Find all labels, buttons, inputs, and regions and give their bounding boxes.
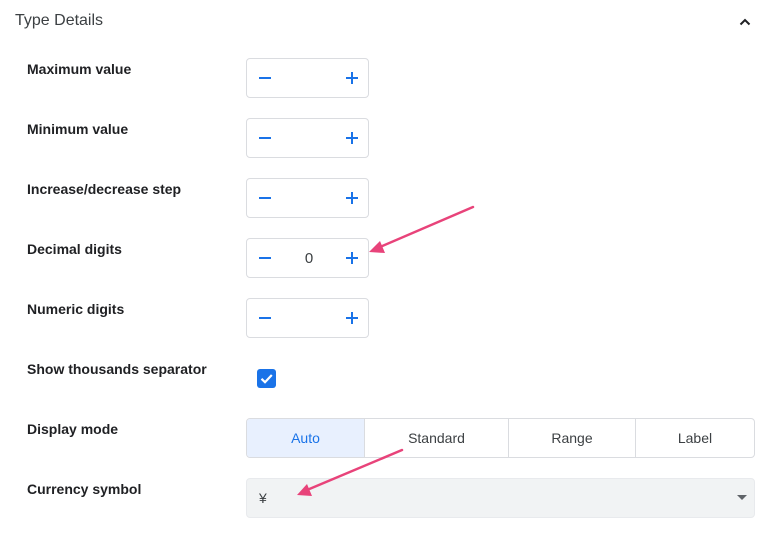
minimum-value-stepper[interactable] bbox=[246, 118, 369, 158]
minus-icon[interactable] bbox=[255, 128, 275, 148]
minus-icon[interactable] bbox=[255, 188, 275, 208]
numeric-digits-stepper[interactable] bbox=[246, 298, 369, 338]
numeric-digits-label: Numeric digits bbox=[27, 301, 125, 317]
type-details-panel: Type Details Maximum value Minimum value… bbox=[0, 0, 765, 533]
minus-icon[interactable] bbox=[255, 308, 275, 328]
minus-icon[interactable] bbox=[255, 68, 275, 88]
display-mode-option-standard[interactable]: Standard bbox=[364, 419, 508, 457]
step-stepper[interactable] bbox=[246, 178, 369, 218]
section-header[interactable]: Type Details bbox=[0, 0, 765, 44]
thousands-separator-checkbox[interactable] bbox=[257, 369, 276, 388]
dropdown-arrow-icon bbox=[737, 495, 747, 500]
thousands-separator-label: Show thousands separator bbox=[27, 361, 207, 377]
arrow-icon bbox=[369, 205, 475, 253]
display-mode-option-range[interactable]: Range bbox=[508, 419, 635, 457]
display-mode-option-label[interactable]: Label bbox=[635, 419, 754, 457]
decimal-digits-label: Decimal digits bbox=[27, 241, 122, 257]
section-title: Type Details bbox=[15, 12, 104, 29]
display-mode-segmented-control: Auto Standard Range Label bbox=[246, 418, 755, 458]
plus-icon[interactable] bbox=[342, 68, 362, 88]
minimum-value-label: Minimum value bbox=[27, 121, 129, 137]
check-icon bbox=[260, 374, 273, 384]
plus-icon[interactable] bbox=[342, 248, 362, 268]
maximum-value-label: Maximum value bbox=[27, 61, 132, 77]
currency-symbol-value: ¥ bbox=[259, 490, 267, 506]
step-label: Increase/decrease step bbox=[27, 181, 182, 197]
display-mode-option-auto[interactable]: Auto bbox=[247, 419, 364, 457]
plus-icon[interactable] bbox=[342, 188, 362, 208]
plus-icon[interactable] bbox=[342, 308, 362, 328]
currency-symbol-label: Currency symbol bbox=[27, 481, 142, 497]
currency-symbol-select[interactable]: ¥ bbox=[246, 478, 755, 518]
decimal-digits-stepper[interactable]: 0 bbox=[246, 238, 369, 278]
decimal-digits-input[interactable]: 0 bbox=[277, 250, 341, 267]
plus-icon[interactable] bbox=[342, 128, 362, 148]
maximum-value-stepper[interactable] bbox=[246, 58, 369, 98]
display-mode-label: Display mode bbox=[27, 421, 119, 437]
chevron-up-icon[interactable] bbox=[735, 12, 755, 32]
minus-icon[interactable] bbox=[255, 248, 275, 268]
